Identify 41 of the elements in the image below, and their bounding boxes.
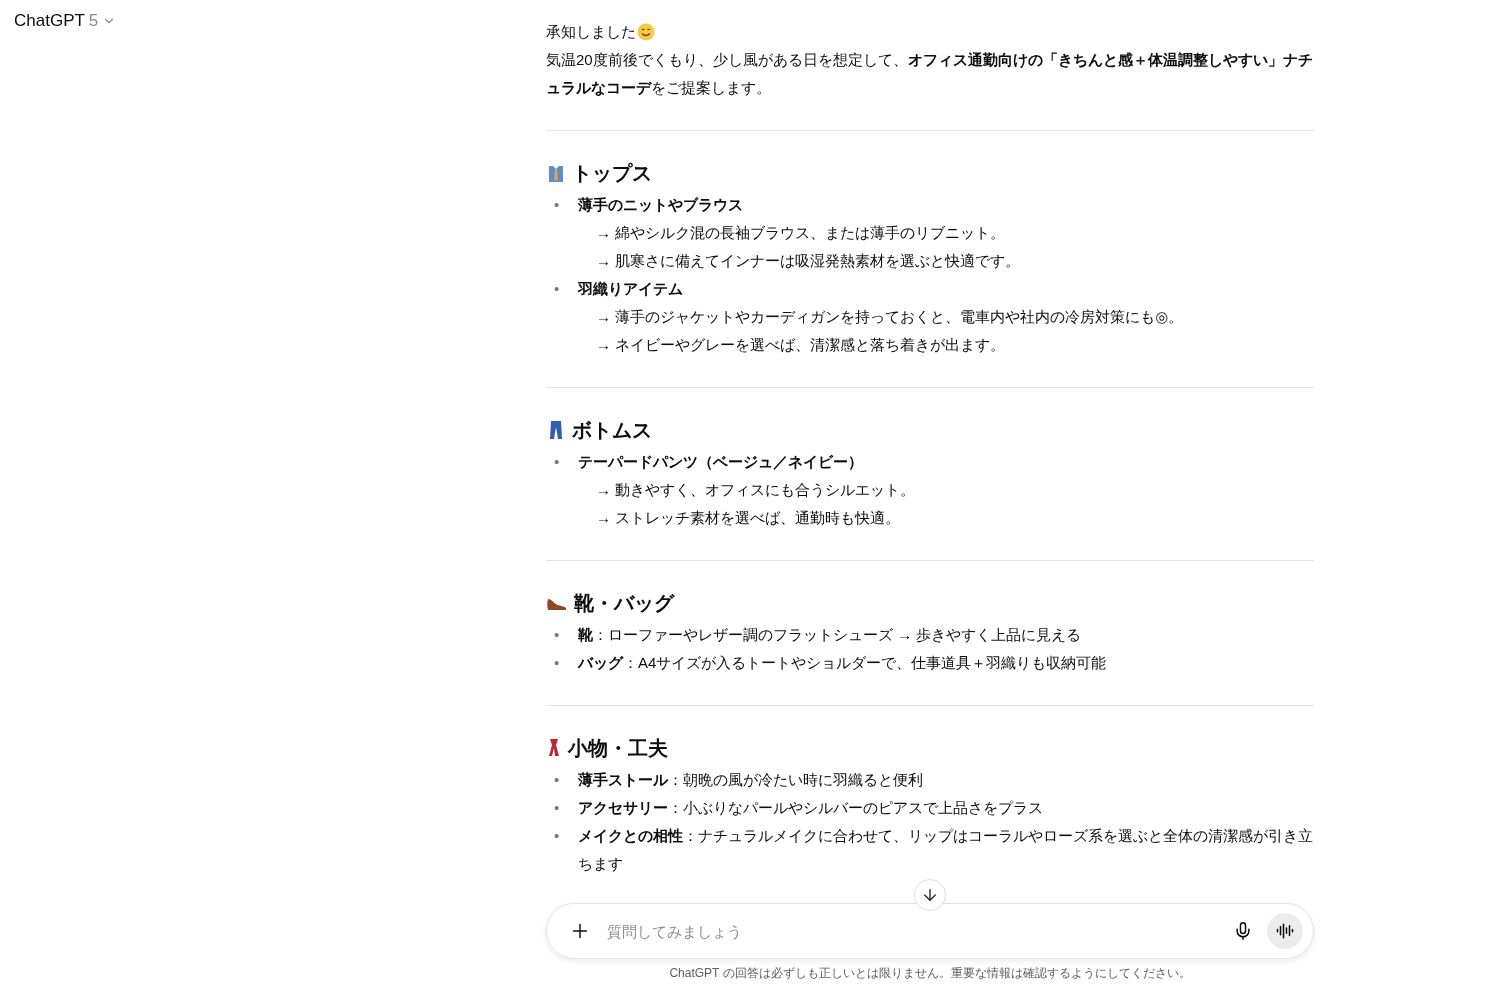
waveform-icon	[1276, 922, 1294, 940]
bullet: •	[553, 195, 561, 215]
item-note: → 肌寒さに備えてインナーは吸湿発熱素材を選ぶと快適です。	[595, 251, 1022, 271]
section-heading: 靴・バッグ	[574, 591, 674, 616]
item-text: バッグ：A4サイズが入るトートやショルダーで、仕事道具＋羽織りも収納可能	[578, 654, 1107, 671]
bullet: •	[553, 625, 561, 645]
item-text: アクセサリー：小ぶりなパールやシルバーのピアスで上品さをプラス	[578, 799, 1043, 816]
bullet: •	[553, 653, 561, 673]
model-selector[interactable]: ChatGPT 5	[14, 11, 117, 31]
bullet: •	[553, 770, 561, 790]
item-text: 靴：ローファーやレザー調のフラットシューズ → 歩きやすく上品に見える	[578, 626, 1082, 643]
item-note: → ネイビーやグレーを選べば、清潔感と落ち着きが出ます。	[595, 335, 1007, 355]
shirt-with-tie-icon	[546, 163, 566, 183]
smiley-icon	[637, 23, 655, 41]
item-text: メイクとの相性：ナチュラルメイクに合わせて、リップはコーラルやローズ系を選ぶと全体の清潔感が引き立ちます	[578, 827, 1313, 872]
section-heading: トップス	[572, 161, 652, 186]
item-note: → 綿やシルク混の長袖ブラウス、または薄手のリブニット。	[595, 223, 1007, 243]
item-note: → ストレッチ素材を選べば、通勤時も快適。	[595, 508, 902, 528]
microphone-icon	[1233, 921, 1253, 941]
voice-mode-button[interactable]	[1267, 913, 1303, 949]
item-text: 薄手ストール：朝晩の風が冷たい時に羽織ると便利	[578, 771, 923, 788]
greeting-text: 承知しました	[546, 22, 636, 42]
item-title: 羽織りアイテム	[578, 279, 684, 299]
item-note: → 動きやすく、オフィスにも合うシルエット。	[595, 480, 917, 500]
section-heading: ボトムス	[572, 418, 652, 443]
app-title: ChatGPT	[14, 11, 85, 31]
scarf-icon	[546, 738, 562, 758]
bullet: •	[553, 452, 561, 472]
bullet: •	[553, 826, 561, 846]
bullet: •	[553, 798, 561, 818]
item-title: 薄手のニットやブラウス	[578, 195, 744, 215]
section-heading: 小物・工夫	[568, 736, 668, 761]
scroll-down-button[interactable]	[914, 879, 946, 911]
intro-paragraph: 気温20度前後でくもり、少し風がある日を想定して、オフィス通勤向けの「きちんと感＋体温調整しやすい」ナチュラルなコーデをご提案します。	[546, 50, 1314, 98]
model-version: 5	[88, 11, 99, 31]
message-input[interactable]: 質問してみましょう	[605, 921, 1219, 941]
disclaimer-text: ChatGPT の回答は必ずしも正しいとは限りません。重要な情報は確認するようにしてください。	[669, 965, 1191, 981]
bullet: •	[553, 279, 561, 299]
arrow-down-icon	[921, 886, 939, 904]
item-title: テーパードパンツ（ベージュ／ネイビー）	[578, 452, 864, 472]
item-note: → 薄手のジャケットやカーディガンを持っておくと、電車内や社内の冷房対策にも◎。	[595, 307, 1185, 327]
